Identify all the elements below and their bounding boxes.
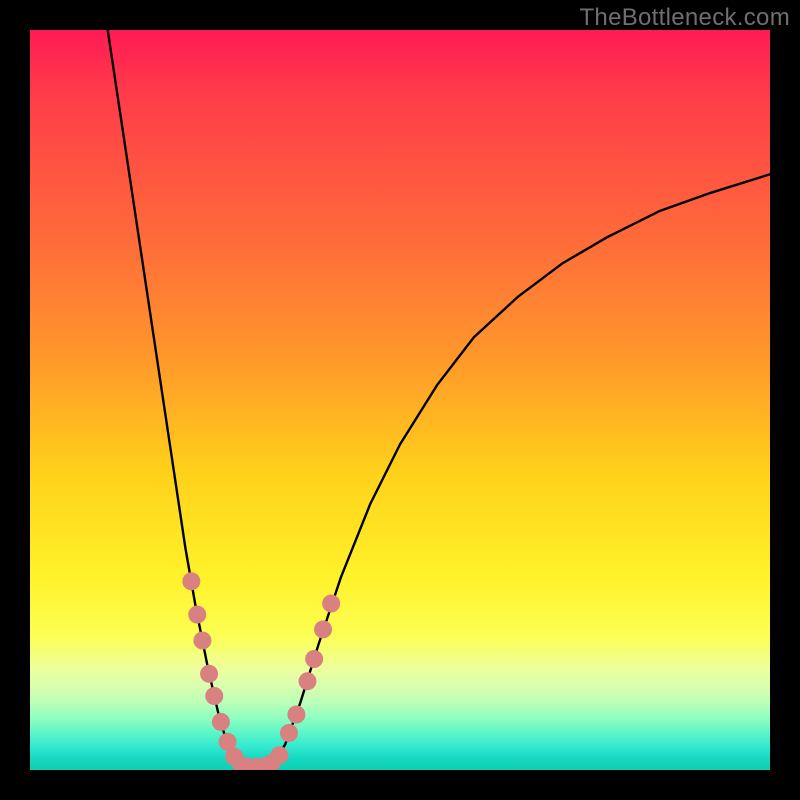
- highlight-dot: [322, 595, 340, 613]
- chart-frame: TheBottleneck.com: [0, 0, 800, 800]
- highlight-dot: [193, 632, 211, 650]
- highlight-dot: [182, 572, 200, 590]
- highlight-dot: [299, 672, 317, 690]
- highlight-dot: [314, 620, 332, 638]
- highlight-dot: [212, 713, 230, 731]
- highlight-dot: [188, 606, 206, 624]
- highlight-dot: [287, 706, 305, 724]
- chart-plot-area: [30, 30, 770, 770]
- highlight-dot: [205, 687, 223, 705]
- highlight-dot: [305, 650, 323, 668]
- chart-points-layer: [30, 30, 770, 770]
- highlight-dot: [200, 665, 218, 683]
- highlight-dots-group: [182, 572, 340, 770]
- highlight-dot: [270, 746, 288, 764]
- watermark-text: TheBottleneck.com: [579, 4, 790, 32]
- highlight-dot: [280, 724, 298, 742]
